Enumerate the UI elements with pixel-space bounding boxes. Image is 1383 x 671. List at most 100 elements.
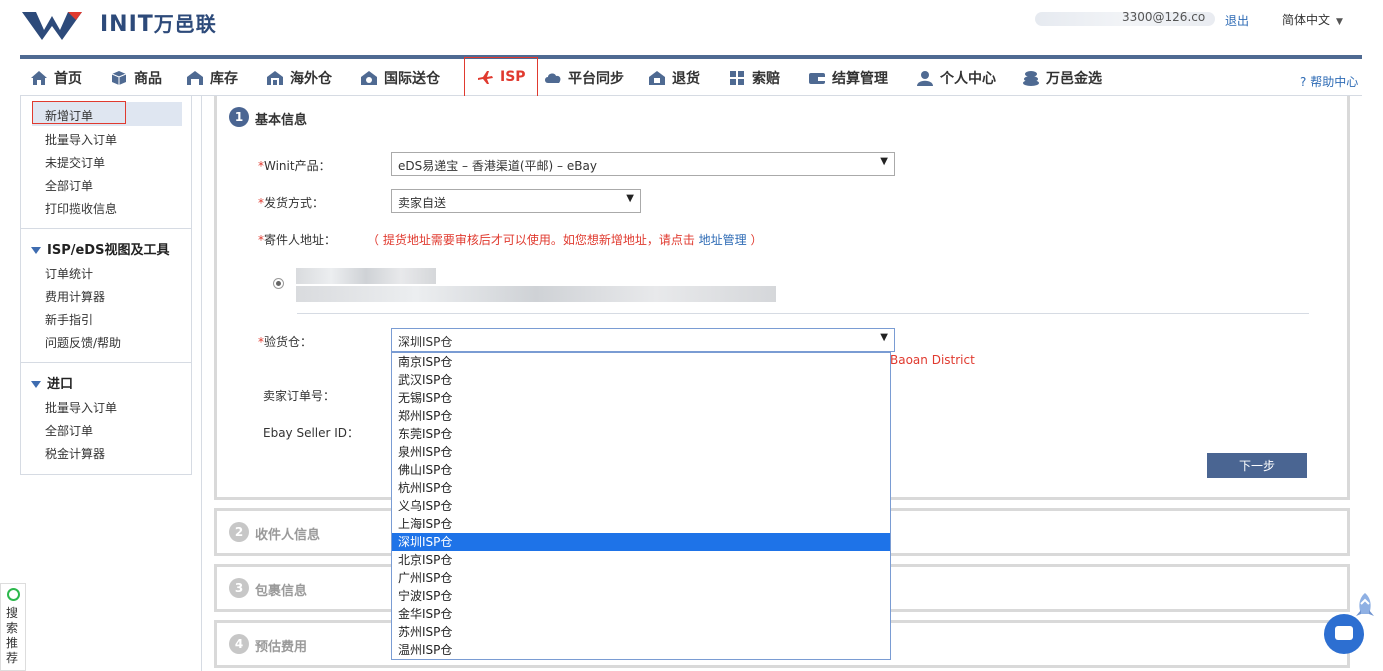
sidebar-item-import-all-orders[interactable]: 全部订单 [45,422,93,439]
coins-icon [1023,70,1039,86]
language-select[interactable]: 简体中文 ▼ [1282,11,1343,28]
dropdown-option[interactable]: 金华ISP仓 [392,605,890,623]
nav-intl-delivery[interactable]: 国际送仓 [360,59,440,96]
sidebar: 新增订单 批量导入订单 未提交订单 全部订单 打印揽收信息 ISP/eDS视图及… [20,96,192,475]
chat-bubble-icon [1335,626,1353,640]
cube-icon [111,70,127,85]
warehouse-label-text: 验货仓： [264,335,313,349]
sidebar-item-import-batch[interactable]: 批量导入订单 [45,399,117,416]
dropdown-option[interactable]: 郑州ISP仓 [392,407,890,425]
sidebar-item-new-order[interactable]: 新增订单 [45,107,93,124]
nav-claims[interactable]: 索赔 [728,59,780,96]
nav-label: 平台同步 [568,70,624,87]
dropdown-option[interactable]: 宁波ISP仓 [392,587,890,605]
shipping-method-label: *发货方式： [258,194,324,211]
help-center-link[interactable]: ? 帮助中心 [1300,73,1358,90]
nav-platform-sync[interactable]: 平台同步 [544,59,624,96]
product-select[interactable]: eDS易递宝 – 香港渠道(平邮) – eBay ▼ [391,152,895,176]
sidebar-item-all-orders[interactable]: 全部订单 [45,177,93,194]
cloud-sync-icon [545,72,561,83]
shipping-method-value: 卖家自送 [398,196,447,210]
dropdown-option[interactable]: 佛山ISP仓 [392,461,890,479]
nav-label: 库存 [210,70,238,87]
warehouse-select-value: 深圳ISP仓 [398,335,453,349]
warehouse-address: Baoan District [890,353,975,367]
wallet-icon [809,72,825,84]
step-title: 包裹信息 [255,584,308,599]
winit-logo-mark [22,12,82,40]
sidebar-group-isp-tools[interactable]: ISP/eDS视图及工具 [31,239,169,258]
search-recommend-tab[interactable]: 搜索推荐 [0,583,26,671]
grid-icon [730,70,744,85]
dropdown-option[interactable]: 温州ISP仓 [392,641,890,659]
dropdown-option[interactable]: 南京ISP仓 [392,353,890,371]
nav-home[interactable]: 首页 [30,59,82,96]
sender-address-note: （ 提货地址需要审核后才可以使用。如您想新增地址，请点击 地址管理 ） [367,231,763,248]
nav-overseas-warehouse[interactable]: 海外仓 [266,59,332,96]
person-icon [917,70,933,86]
sidebar-group-title: ISP/eDS视图及工具 [47,243,170,258]
nav-winit-select[interactable]: 万邑金选 [1022,59,1102,96]
sidebar-group-title: 进口 [47,377,74,392]
step-number: 1 [229,107,249,127]
dropdown-option[interactable]: 北京ISP仓 [392,551,890,569]
caret-down-icon: ▼ [626,193,634,204]
nav-label: 结算管理 [832,70,888,87]
nav-label: 首页 [54,70,82,87]
user-email: 3300@126.co [1122,10,1206,24]
nav-personal-center[interactable]: 个人中心 [916,59,996,96]
address-management-link[interactable]: 地址管理 [699,233,747,247]
sidebar-item-tax-calculator[interactable]: 税金计算器 [45,445,105,462]
warehouse-dropdown-list: 南京ISP仓 武汉ISP仓 无锡ISP仓 郑州ISP仓 东莞ISP仓 泉州ISP… [391,352,891,660]
chevron-down-icon: ▼ [1336,17,1343,27]
shipping-method-select[interactable]: 卖家自送 ▼ [391,189,641,213]
nav-returns[interactable]: 退货 [648,59,700,96]
dropdown-option[interactable]: 广州ISP仓 [392,569,890,587]
plane-icon [478,71,493,84]
logo-cn-text: 万邑联 [153,12,217,36]
dropdown-option[interactable]: 武汉ISP仓 [392,371,890,389]
winit-logo[interactable]: INIT万邑联 [100,8,217,37]
sidebar-item-batch-import[interactable]: 批量导入订单 [45,131,117,148]
sidebar-item-order-stats[interactable]: 订单统计 [45,265,93,282]
dropdown-option-selected[interactable]: 深圳ISP仓 [392,533,890,551]
nav-label: 万邑金选 [1046,70,1102,87]
step-number: 3 [229,578,249,598]
warehouse-select[interactable]: 深圳ISP仓 ▼ [391,328,895,352]
sidebar-divider-line [201,96,202,671]
dropdown-option[interactable]: 苏州ISP仓 [392,623,890,641]
caret-down-icon: ▼ [880,332,888,343]
overseas-warehouse-icon [267,70,283,85]
help-label: 帮助中心 [1310,75,1359,89]
sidebar-divider [21,228,191,229]
international-delivery-icon [361,70,377,85]
nav-products[interactable]: 商品 [110,59,162,96]
sender-address-blurred-line2 [296,286,776,302]
logout-link[interactable]: 退出 [1225,12,1249,29]
dropdown-option[interactable]: 杭州ISP仓 [392,479,890,497]
dropdown-option[interactable]: 泉州ISP仓 [392,443,890,461]
product-label: *Winit产品： [258,157,331,174]
warehouse-label: *验货仓： [258,333,312,350]
sidebar-item-print-pickup[interactable]: 打印揽收信息 [45,200,117,217]
shipping-method-label-text: 发货方式： [264,196,325,210]
step-number: 2 [229,522,249,542]
nav-settlement[interactable]: 结算管理 [808,59,888,96]
dropdown-option[interactable]: 上海ISP仓 [392,515,890,533]
sidebar-item-fee-calculator[interactable]: 费用计算器 [45,288,105,305]
dropdown-option[interactable]: 义乌ISP仓 [392,497,890,515]
back-to-top-rocket-icon[interactable] [1352,592,1378,620]
sidebar-item-unsubmitted[interactable]: 未提交订单 [45,154,105,171]
next-step-button[interactable]: 下一步 [1207,453,1307,478]
dropdown-option[interactable]: 东莞ISP仓 [392,425,890,443]
nav-inventory[interactable]: 库存 [186,59,238,96]
dropdown-option[interactable]: 无锡ISP仓 [392,389,890,407]
sidebar-item-beginner-guide[interactable]: 新手指引 [45,311,93,328]
sidebar-item-feedback-help[interactable]: 问题反馈/帮助 [45,334,121,351]
search-ring-icon [7,588,20,601]
nav-isp[interactable]: ISP [464,57,538,97]
sender-address-radio[interactable] [273,278,284,289]
ebay-seller-id-label: Ebay Seller ID： [263,426,360,440]
chat-button[interactable] [1324,614,1364,654]
sidebar-group-import[interactable]: 进口 [31,373,73,392]
